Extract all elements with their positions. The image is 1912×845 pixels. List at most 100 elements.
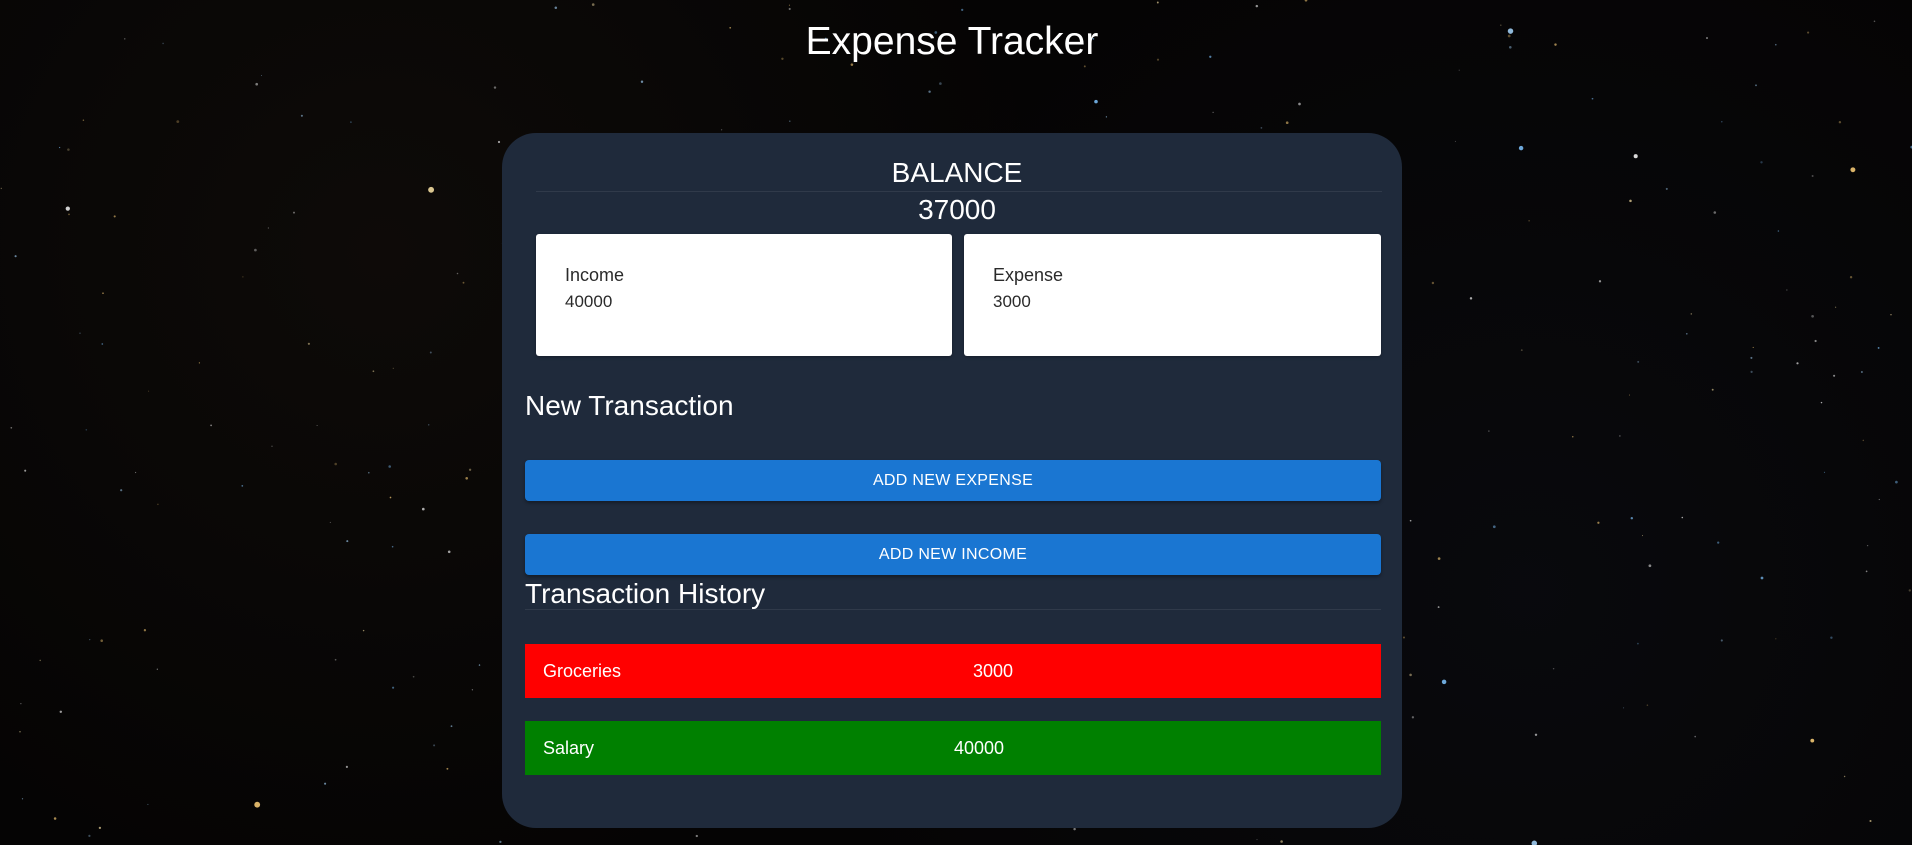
star (1869, 819, 1872, 823)
star (1641, 535, 1644, 537)
star (1711, 388, 1714, 391)
transaction-row-expense[interactable]: Groceries 3000 (525, 644, 1381, 698)
star (1633, 154, 1638, 159)
star (1648, 564, 1652, 568)
add-income-button[interactable]: ADD NEW INCOME (525, 534, 1381, 575)
star (102, 292, 104, 295)
star (1878, 498, 1880, 501)
star (428, 186, 435, 193)
star (456, 272, 459, 275)
star (156, 668, 158, 670)
star (58, 146, 61, 149)
star (1760, 576, 1764, 580)
star (450, 725, 453, 728)
star (392, 367, 394, 369)
star (1685, 332, 1688, 335)
transaction-name: Groceries (543, 661, 622, 681)
star (1750, 356, 1753, 359)
star (1775, 638, 1777, 640)
star (1534, 733, 1538, 736)
expense-label: Expense (993, 265, 1064, 285)
star (1403, 636, 1405, 639)
star (391, 545, 394, 548)
star (1528, 220, 1530, 222)
star (1630, 516, 1634, 520)
balance-label: BALANCE (891, 157, 1023, 188)
star (788, 7, 791, 11)
star (1520, 349, 1523, 351)
star (67, 148, 70, 151)
star (447, 550, 451, 554)
history-divider (525, 609, 1381, 610)
star (1629, 199, 1632, 203)
star (1823, 471, 1826, 473)
star (1814, 339, 1817, 343)
star (242, 276, 244, 278)
income-label: Income (565, 265, 625, 285)
star (39, 659, 41, 662)
star (1849, 276, 1853, 279)
star (1260, 127, 1263, 129)
star (433, 744, 436, 747)
star (255, 82, 259, 86)
star (10, 426, 13, 429)
star (462, 281, 465, 284)
star (59, 710, 63, 714)
star (499, 840, 502, 844)
star (346, 540, 349, 543)
star (143, 629, 147, 632)
app-title: Expense Tracker (805, 20, 1099, 63)
star (1437, 557, 1441, 560)
star (1850, 167, 1856, 173)
star (21, 798, 24, 800)
star (1860, 371, 1863, 373)
star (1646, 704, 1649, 706)
transaction-history-heading: Transaction History (525, 578, 766, 609)
star (316, 424, 318, 427)
star (1094, 99, 1098, 104)
star (267, 227, 270, 229)
add-expense-button[interactable]: ADD NEW EXPENSE (525, 460, 1381, 501)
star (421, 507, 425, 511)
star (1409, 673, 1412, 677)
star (1777, 230, 1780, 232)
star (334, 658, 337, 661)
star (1865, 570, 1868, 573)
star (1877, 346, 1880, 349)
star (1786, 289, 1788, 291)
star (1105, 116, 1108, 118)
star (1156, 1, 1159, 4)
star (1862, 439, 1865, 442)
star (241, 485, 244, 487)
star (788, 4, 790, 6)
star (1834, 306, 1837, 308)
star (1591, 97, 1594, 100)
star (412, 675, 415, 678)
star (1637, 360, 1640, 363)
transaction-row-income[interactable]: Salary 40000 (525, 721, 1381, 775)
star (1409, 519, 1412, 522)
star (1838, 120, 1842, 124)
star (368, 471, 370, 474)
star (1665, 187, 1668, 190)
star (1811, 314, 1814, 318)
star (1890, 314, 1892, 316)
star (113, 215, 116, 218)
balance-divider (536, 191, 1382, 192)
transaction-amount: 3000 (973, 661, 1014, 681)
star (1811, 175, 1814, 177)
star (497, 140, 501, 144)
star (324, 782, 327, 785)
star (1598, 280, 1602, 283)
star (392, 686, 395, 689)
star (307, 342, 310, 345)
star (1597, 521, 1600, 524)
star (68, 213, 70, 216)
star (695, 834, 698, 838)
tracker-panel: BALANCE 37000 Income 40000 Expense 3000 … (502, 133, 1402, 828)
star (1304, 0, 1308, 2)
star (1458, 69, 1460, 71)
star (85, 429, 88, 431)
star (465, 476, 469, 480)
star (79, 332, 81, 335)
